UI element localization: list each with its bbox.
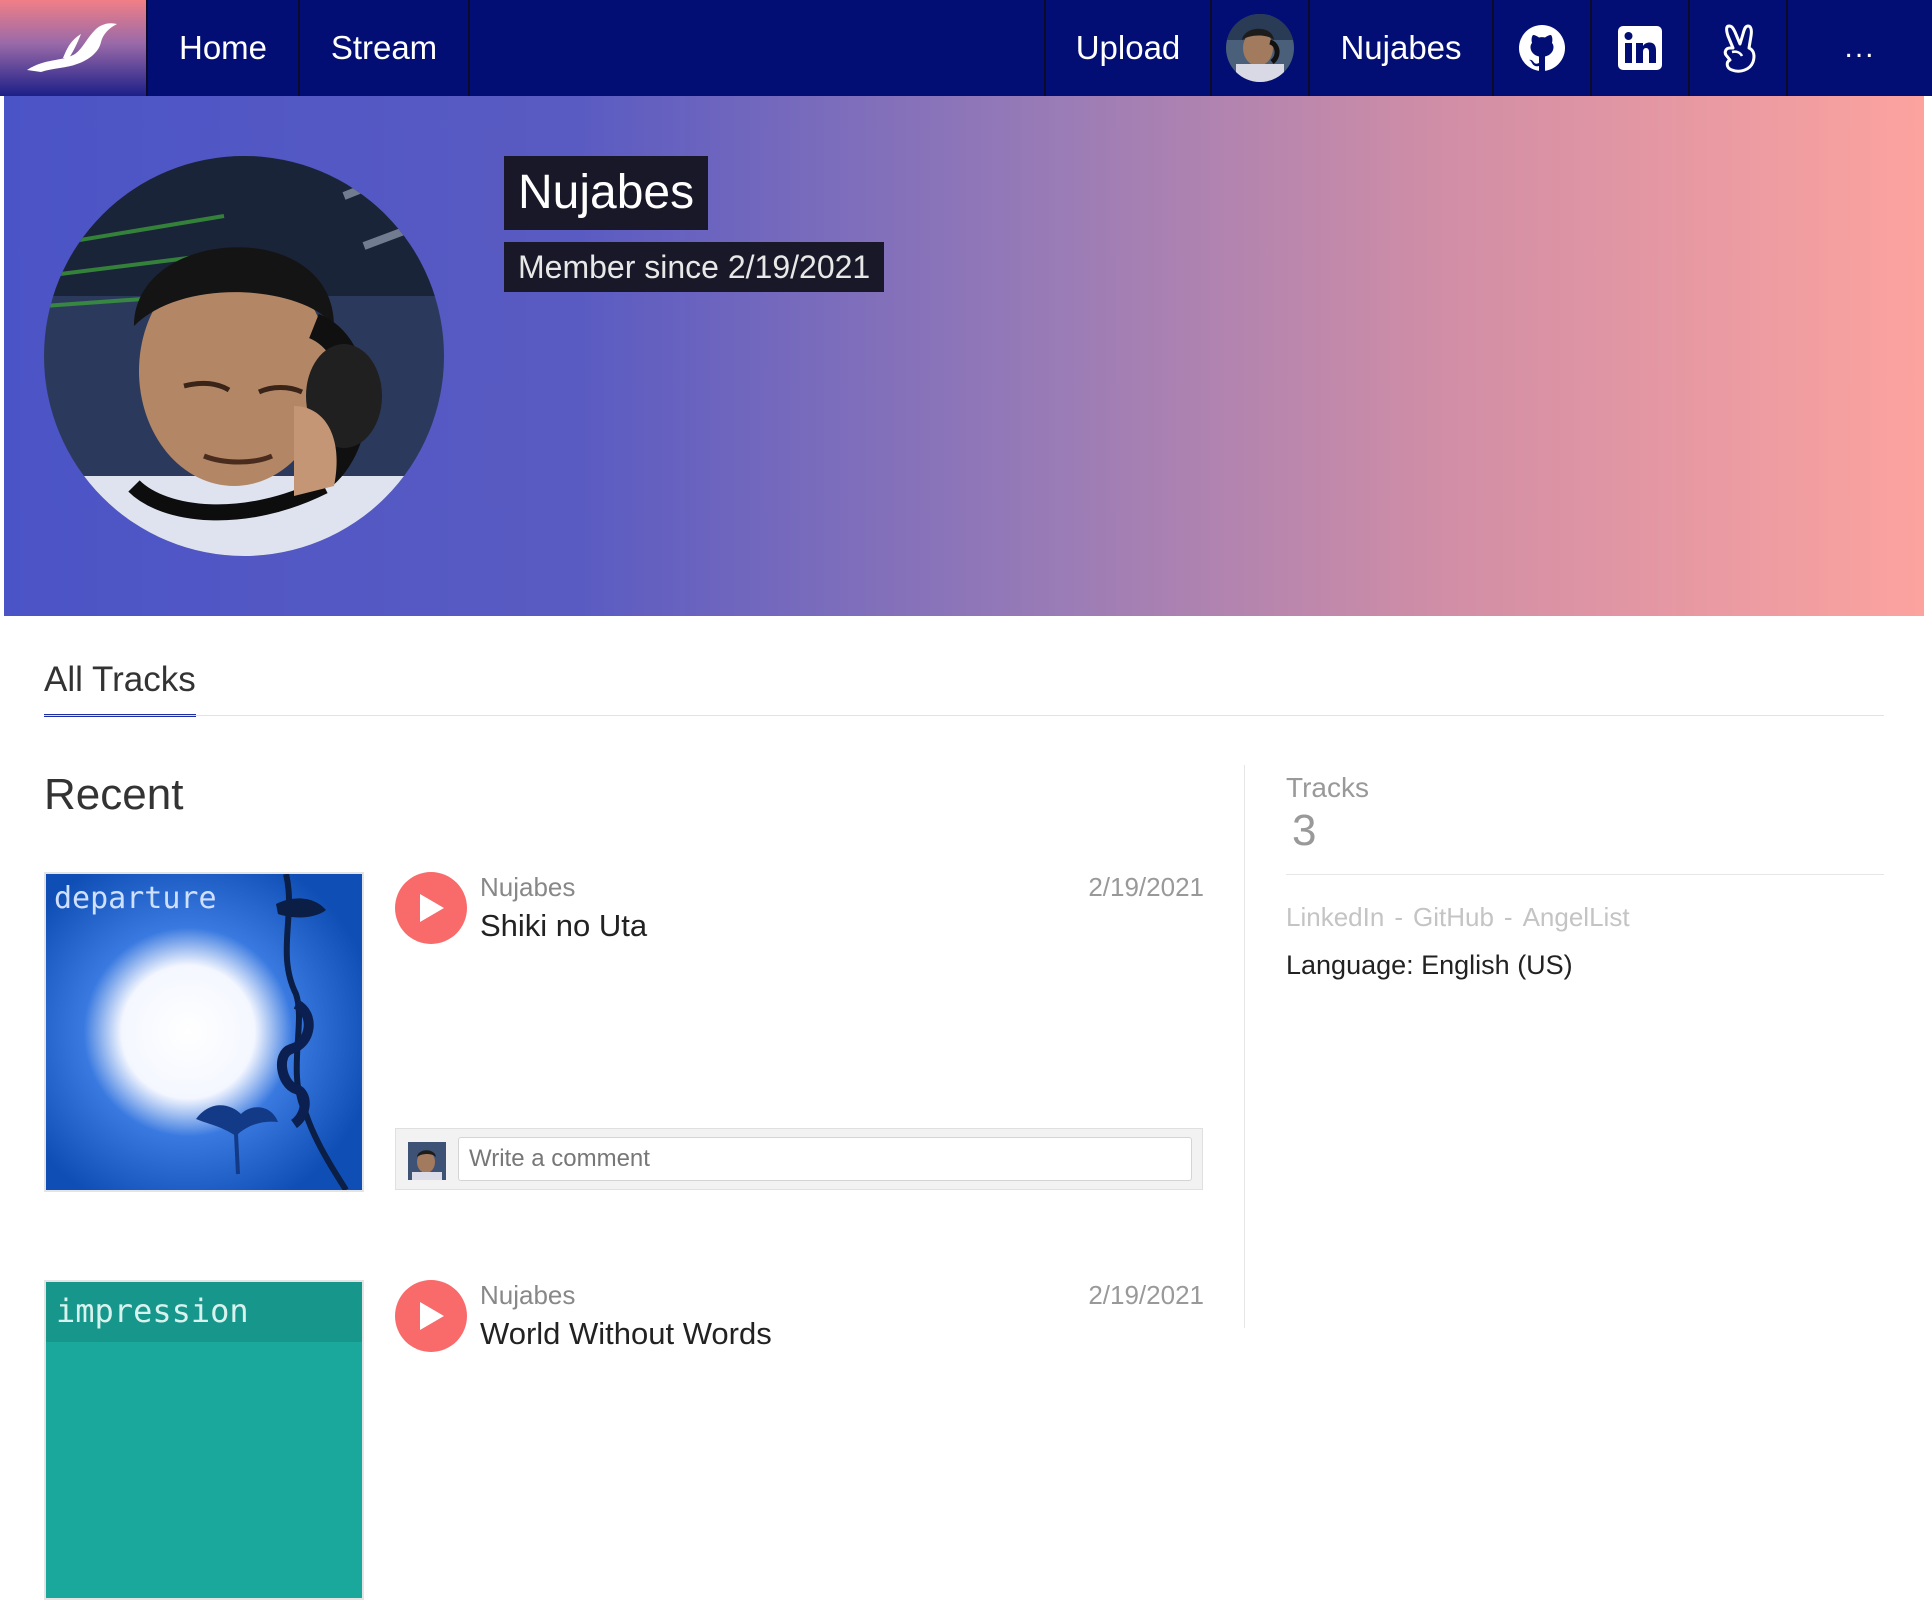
track-item: departure Nujabes Shiki no Uta 2/19/2021 <box>44 872 1204 1192</box>
profile-name: Nujabes <box>504 156 709 230</box>
nav-upload-link[interactable]: Upload <box>1046 0 1212 96</box>
user-photo-icon <box>1226 14 1294 82</box>
profile-photo-icon <box>44 156 444 556</box>
album-art-departure-icon: departure <box>46 874 362 1190</box>
play-icon <box>420 894 444 922</box>
track-artwork[interactable]: departure <box>44 872 364 1192</box>
nav-angellist-link[interactable] <box>1690 0 1788 96</box>
track-title-link[interactable]: World Without Words <box>480 1316 772 1352</box>
nav-home-link[interactable]: Home <box>148 0 300 96</box>
sidebar-divider <box>1286 874 1884 875</box>
language-setting[interactable]: Language: English (US) <box>1286 950 1573 981</box>
nav-github-link[interactable] <box>1494 0 1592 96</box>
github-link[interactable]: GitHub <box>1413 902 1494 932</box>
link-separator: - <box>1394 902 1403 932</box>
avatar <box>408 1142 446 1180</box>
comment-input[interactable] <box>458 1137 1192 1181</box>
nav-linkedin-link[interactable] <box>1592 0 1690 96</box>
tabs-divider <box>44 715 1884 716</box>
profile-header: Nujabes Member since 2/19/2021 <box>4 96 1924 616</box>
track-title-link[interactable]: Shiki no Uta <box>480 908 647 944</box>
track-artwork[interactable]: impression <box>44 1280 364 1600</box>
github-icon <box>1519 25 1565 71</box>
column-divider <box>1244 765 1245 1328</box>
track-item: impression Nujabes World Without Words 2… <box>44 1280 1204 1600</box>
nav-avatar-link[interactable] <box>1212 0 1310 96</box>
track-artist-link[interactable]: Nujabes <box>480 872 575 903</box>
tab-all-tracks[interactable]: All Tracks <box>44 660 196 717</box>
home-logo-link[interactable] <box>0 0 148 96</box>
top-navbar: Home Stream Upload Nujabes ... <box>0 0 1932 96</box>
comment-form <box>395 1128 1203 1190</box>
nav-stream-link[interactable]: Stream <box>300 0 470 96</box>
album-art-title: impression <box>56 1292 249 1330</box>
angellist-link[interactable]: AngelList <box>1523 902 1630 932</box>
link-separator: - <box>1503 902 1513 932</box>
social-links: LinkedIn - GitHub - AngelList <box>1286 902 1630 933</box>
album-art-impression-icon: impression <box>46 1282 362 1598</box>
profile-avatar <box>44 156 444 556</box>
member-since-label: Member since 2/19/2021 <box>504 242 885 292</box>
tracks-stat-label: Tracks <box>1286 772 1369 803</box>
album-art-title: departure <box>54 881 217 916</box>
nav-user-link[interactable]: Nujabes <box>1310 0 1494 96</box>
bird-logo-icon <box>27 23 117 72</box>
track-date: 2/19/2021 <box>1088 872 1204 902</box>
nav-more-button[interactable]: ... <box>1788 0 1932 96</box>
track-date: 2/19/2021 <box>1088 1280 1204 1310</box>
play-button[interactable] <box>395 872 467 944</box>
angellist-icon <box>1723 24 1756 73</box>
nav-spacer <box>470 0 1046 96</box>
section-heading: Recent <box>44 770 184 819</box>
play-icon <box>420 1302 444 1330</box>
user-photo-icon <box>408 1142 446 1180</box>
linkedin-icon <box>1618 26 1662 70</box>
linkedin-link[interactable]: LinkedIn <box>1286 902 1384 932</box>
play-button[interactable] <box>395 1280 467 1352</box>
track-artist-link[interactable]: Nujabes <box>480 1280 575 1311</box>
tracks-stat-value: 3 <box>1292 806 1317 855</box>
avatar <box>1226 14 1294 82</box>
